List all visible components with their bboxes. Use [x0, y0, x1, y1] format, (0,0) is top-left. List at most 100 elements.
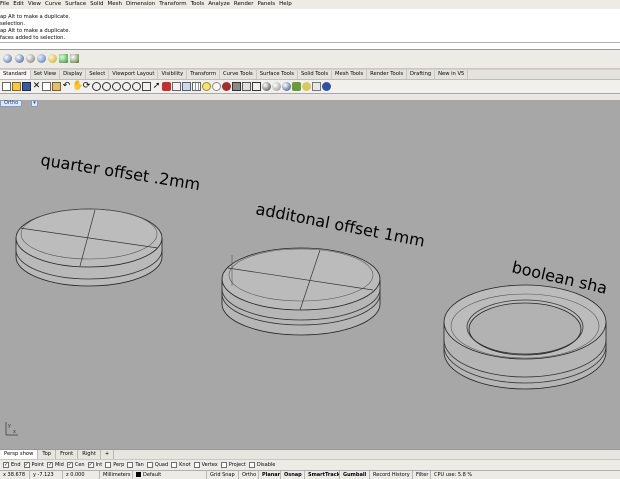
- car-icon[interactable]: [162, 82, 171, 91]
- view-tab-persp-show[interactable]: Persp show: [0, 450, 39, 459]
- osnap-mid[interactable]: ✓ Mid: [46, 460, 64, 471]
- tab-drafting[interactable]: Drafting: [407, 70, 436, 79]
- osnap-int[interactable]: ✓ Int: [87, 460, 102, 471]
- tab-set-view[interactable]: Set View: [31, 70, 61, 79]
- tab-visibility[interactable]: Visibility: [158, 70, 188, 79]
- ortho-toggle[interactable]: Ortho: [239, 471, 259, 479]
- osnap-perp[interactable]: Perp: [105, 460, 124, 471]
- environment-icon[interactable]: [59, 54, 68, 63]
- zoom-icon[interactable]: [92, 82, 101, 91]
- tab-viewport-layout[interactable]: Viewport Layout: [109, 70, 159, 79]
- layer-display[interactable]: Default: [133, 471, 207, 479]
- gumball-toggle[interactable]: Gumball: [340, 471, 370, 479]
- analyze-icon[interactable]: [292, 82, 301, 91]
- osnap-cen[interactable]: ✓ Cen: [66, 460, 85, 471]
- zoom-selected-icon[interactable]: [122, 82, 131, 91]
- puck-boolean-shape[interactable]: [443, 284, 607, 390]
- sphere-blue-icon[interactable]: [15, 54, 24, 63]
- osnap-knot[interactable]: Knot: [171, 460, 191, 471]
- layer-icon[interactable]: [172, 82, 181, 91]
- osnap-disable[interactable]: Disable: [248, 460, 275, 471]
- tab-select[interactable]: Select: [86, 70, 110, 79]
- texture-icon[interactable]: [70, 54, 79, 63]
- osnap-checkbox[interactable]: ✓: [66, 462, 73, 468]
- tab-surface-tools[interactable]: Surface Tools: [257, 70, 298, 79]
- menu-transform[interactable]: Transform: [159, 0, 186, 9]
- scene-svg[interactable]: quarter offset .2mm additonal offset 1mm…: [0, 100, 620, 449]
- record-history-toggle[interactable]: Record History: [370, 471, 413, 479]
- shaded-icon[interactable]: [242, 82, 251, 91]
- osnap-checkbox[interactable]: [193, 462, 200, 468]
- osnap-checkbox[interactable]: ✓: [3, 462, 9, 468]
- open-icon[interactable]: [12, 82, 21, 91]
- tab-transform[interactable]: Transform: [187, 70, 221, 79]
- settings-icon[interactable]: [302, 82, 311, 91]
- light-icon[interactable]: [48, 54, 57, 63]
- osnap-checkbox[interactable]: ✓: [46, 462, 53, 468]
- paste-icon[interactable]: [52, 82, 61, 91]
- osnap-project[interactable]: Project: [220, 460, 246, 471]
- pan-icon[interactable]: ✋: [72, 82, 83, 91]
- undo-view-icon[interactable]: [132, 82, 141, 91]
- grid-icon[interactable]: [192, 82, 201, 91]
- osnap-checkbox[interactable]: [171, 462, 178, 468]
- menu-analyze[interactable]: Analyze: [208, 0, 230, 9]
- sphere-icon[interactable]: [3, 54, 12, 63]
- tab-curve-tools[interactable]: Curve Tools: [220, 70, 257, 79]
- rotate-view-icon[interactable]: ⟳: [82, 82, 91, 91]
- menu-dimension[interactable]: Dimension: [126, 0, 155, 9]
- osnap-checkbox[interactable]: [146, 462, 153, 468]
- select-icon[interactable]: ➚: [152, 82, 161, 91]
- view-tab-top[interactable]: Top: [38, 450, 57, 459]
- save-icon[interactable]: [22, 82, 31, 91]
- cut-icon[interactable]: ✕: [32, 82, 41, 91]
- menu-help[interactable]: Help: [279, 0, 292, 9]
- view-tab-right[interactable]: Right: [78, 450, 101, 459]
- four-views-icon[interactable]: [142, 82, 151, 91]
- smarttrack-toggle[interactable]: SmartTrack: [305, 471, 340, 479]
- viewport[interactable]: Ortho ▾ quarter offset .2mm additonal of…: [0, 100, 620, 449]
- render-icon[interactable]: [37, 54, 46, 63]
- help-icon[interactable]: [322, 82, 331, 91]
- menu-panels[interactable]: Panels: [257, 0, 275, 9]
- puck-quarter-offset[interactable]: [15, 208, 163, 287]
- menu-tools[interactable]: Tools: [191, 0, 205, 9]
- tab-display[interactable]: Display: [60, 70, 87, 79]
- layout-icon[interactable]: [312, 82, 321, 91]
- osnap-checkbox[interactable]: [105, 462, 112, 468]
- tab-solid-tools[interactable]: Solid Tools: [298, 70, 333, 79]
- menu-mesh[interactable]: Mesh: [108, 0, 122, 9]
- osnap-checkbox[interactable]: [127, 462, 134, 468]
- menu-solid[interactable]: Solid: [90, 0, 103, 9]
- puck-additional-offset[interactable]: [221, 247, 381, 336]
- menu-file[interactable]: File: [0, 0, 9, 9]
- menu-surface[interactable]: Surface: [65, 0, 86, 9]
- menu-edit[interactable]: Edit: [13, 0, 24, 9]
- menu-view[interactable]: View: [28, 0, 41, 9]
- view-tab-front[interactable]: Front: [56, 450, 79, 459]
- osnap-point[interactable]: ✓ Point: [23, 460, 44, 471]
- zoom-window-icon[interactable]: [102, 82, 111, 91]
- copy-icon[interactable]: [42, 82, 51, 91]
- properties-icon[interactable]: [182, 82, 191, 91]
- undo-icon[interactable]: ↶: [62, 82, 71, 91]
- menu-render[interactable]: Render: [234, 0, 254, 9]
- sphere-material-icon[interactable]: [26, 54, 35, 63]
- light-bulb-icon[interactable]: [202, 82, 211, 91]
- osnap-checkbox[interactable]: [220, 462, 227, 468]
- menu-curve[interactable]: Curve: [45, 0, 61, 9]
- osnap-checkbox[interactable]: ✓: [23, 462, 30, 468]
- ghosted-icon[interactable]: [262, 82, 271, 91]
- tab-mesh-tools[interactable]: Mesh Tools: [332, 70, 368, 79]
- tab-render-tools[interactable]: Render Tools: [367, 70, 408, 79]
- command-line[interactable]: [0, 43, 620, 50]
- osnap-vertex[interactable]: Vertex: [193, 460, 218, 471]
- osnap-checkbox[interactable]: ✓: [87, 462, 94, 468]
- material-sphere-icon[interactable]: [282, 82, 291, 91]
- add-view-tab-button[interactable]: +: [101, 450, 115, 459]
- planar-toggle[interactable]: Planar: [259, 471, 281, 479]
- tab-standard[interactable]: Standard: [0, 70, 31, 79]
- tab-new-in-v5[interactable]: New in V5: [435, 70, 469, 79]
- osnap-quad[interactable]: Quad: [146, 460, 168, 471]
- osnap-checkbox[interactable]: [248, 462, 255, 468]
